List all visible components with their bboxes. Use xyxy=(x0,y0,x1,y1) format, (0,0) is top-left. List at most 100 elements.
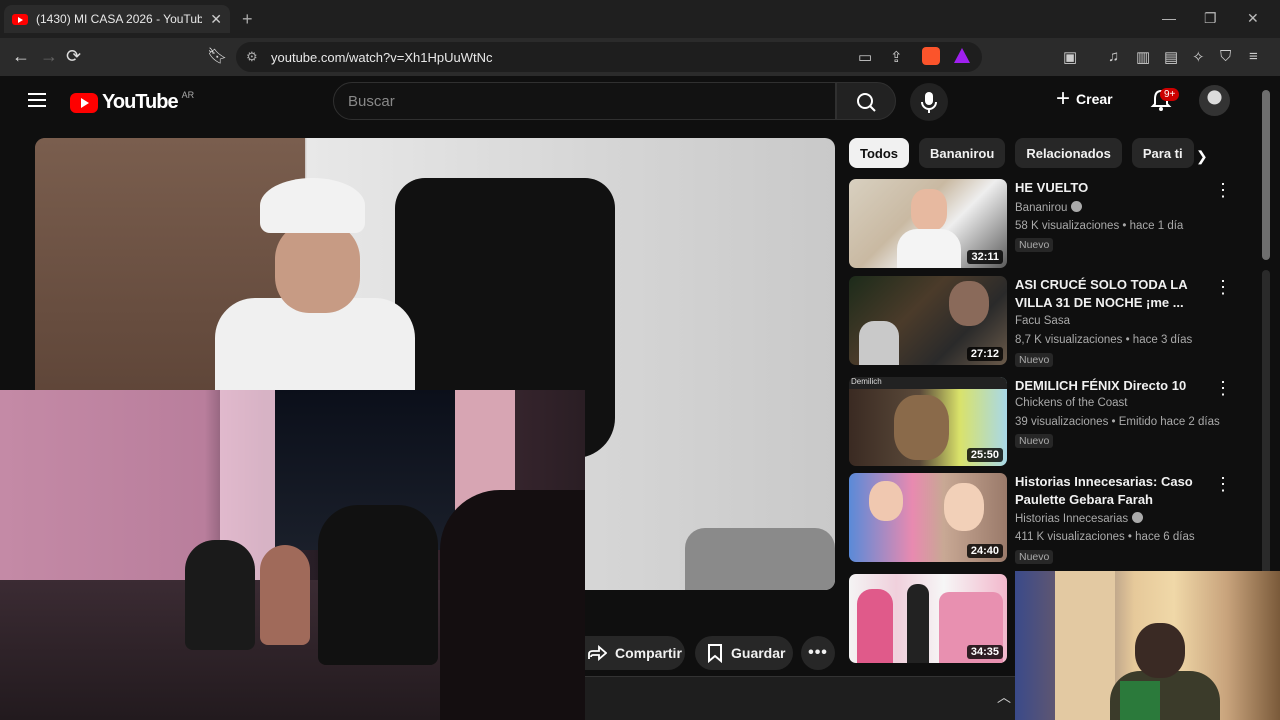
browser-tab[interactable]: (1430) MI CASA 2026 - YouTube ✕ xyxy=(4,5,230,33)
video-duration: 34:35 xyxy=(966,645,1003,659)
stream-overlay-camera xyxy=(0,390,585,720)
more-dots-icon: ••• xyxy=(808,644,828,661)
video-thumbnail[interactable]: Demilich 25:50 xyxy=(849,377,1007,466)
search-icon xyxy=(857,93,876,112)
channel-label: Bananirou xyxy=(1015,202,1068,214)
minimize-icon[interactable]: — xyxy=(1162,10,1176,26)
chat-collapse-bar: ︿ xyxy=(585,676,1015,720)
share-button[interactable]: Compartir xyxy=(585,636,685,670)
avatar[interactable] xyxy=(1199,85,1230,116)
restore-icon[interactable]: ❐ xyxy=(1204,10,1217,27)
video-title[interactable]: HE VUELTO xyxy=(1015,179,1205,197)
forward-arrow-icon[interactable]: → xyxy=(40,46,58,67)
share-arrow-icon xyxy=(588,645,607,661)
list-item[interactable]: Demilich 25:50 DEMILICH FÉNIX Directo 10… xyxy=(849,377,1241,467)
back-arrow-icon[interactable]: ← xyxy=(12,46,30,67)
channel-name[interactable]: Chickens of the Coast xyxy=(1015,397,1128,409)
thumbnail-shirt xyxy=(897,229,961,268)
youtube-wordmark: YouTube xyxy=(102,91,179,113)
chip-bananirou[interactable]: Bananirou xyxy=(919,138,1006,168)
new-badge: Nuevo xyxy=(1015,550,1054,564)
plus-icon: + xyxy=(1056,85,1071,112)
thumbnail-face xyxy=(869,481,903,521)
chip-relacionados[interactable]: Relacionados xyxy=(1015,138,1122,168)
more-options-icon[interactable] xyxy=(1214,379,1224,397)
menu-icon[interactable]: ≡ xyxy=(1249,48,1258,65)
youtube-logo[interactable]: YouTube AR xyxy=(70,90,194,114)
browser-toolbar: ← → ⟳ 🔖︎ ⚙︎ youtube.com/watch?v=Xh1HpUuW… xyxy=(0,38,1280,76)
cast-icon[interactable]: ▭ xyxy=(858,48,872,66)
overlay-person xyxy=(185,540,255,650)
thumbnail-face xyxy=(911,189,947,231)
facecam-head xyxy=(1135,623,1185,678)
list-item[interactable]: 32:11 HE VUELTO Bananirou 58 K visualiza… xyxy=(849,179,1241,269)
verified-icon xyxy=(1132,512,1144,523)
filter-chips: Todos Bananirou Relacionados Para ti xyxy=(849,138,1194,170)
video-thumbnail[interactable]: 27:12 xyxy=(849,276,1007,365)
brave-rewards-icon[interactable] xyxy=(954,48,970,63)
video-title-line: ASI CRUCÉ SOLO TODA LA xyxy=(1015,277,1188,292)
video-title-line: VILLA 31 DE NOCHE ¡me ... xyxy=(1015,295,1184,310)
channel-name[interactable]: Facu Sasa xyxy=(1015,315,1070,327)
vpn-shield-icon[interactable]: ⛉ xyxy=(1220,48,1231,65)
save-label: Guardar xyxy=(731,645,786,661)
search-button[interactable] xyxy=(836,82,896,120)
more-actions-button[interactable]: ••• xyxy=(801,636,835,670)
share-page-icon[interactable]: ⇪ xyxy=(890,48,903,66)
chevron-up-icon[interactable]: ︿ xyxy=(997,687,1011,707)
microphone-icon xyxy=(921,92,937,113)
save-button[interactable]: Guardar xyxy=(695,636,793,670)
more-options-icon[interactable] xyxy=(1214,475,1224,493)
create-button[interactable]: + Crear xyxy=(1056,85,1113,112)
video-title-line: HE VUELTO xyxy=(1015,180,1089,195)
browser-tab-bar: (1430) MI CASA 2026 - YouTube ✕ + — ❐ ✕ xyxy=(0,0,1280,38)
overlay-person xyxy=(318,505,438,665)
thumbnail-person xyxy=(857,589,893,663)
reader-icon[interactable]: ▣ xyxy=(1063,48,1077,66)
channel-name[interactable]: Bananirou xyxy=(1015,201,1083,214)
wallet-icon[interactable]: ▤ xyxy=(1164,48,1178,66)
overlay-person xyxy=(440,490,585,720)
verified-icon xyxy=(1071,201,1083,212)
brave-shields-icon[interactable] xyxy=(922,47,940,65)
guide-menu-icon[interactable] xyxy=(28,93,46,107)
video-thumbnail[interactable]: 34:35 xyxy=(849,574,1007,663)
site-settings-icon[interactable]: ⚙︎ xyxy=(246,49,258,65)
youtube-header: YouTube AR + Crear 9+ xyxy=(0,76,1258,128)
voice-search-button[interactable] xyxy=(910,83,948,121)
sidebar-icon[interactable]: ▥ xyxy=(1136,48,1150,66)
list-item[interactable]: 24:40 Historias Innecesarias: Caso Paulet… xyxy=(849,473,1241,564)
video-thumbnail[interactable]: 24:40 xyxy=(849,473,1007,562)
scrollbar-thumb[interactable] xyxy=(1262,90,1270,260)
tab-close-icon[interactable]: ✕ xyxy=(210,11,222,28)
video-title-line: Paulette Gebara Farah xyxy=(1015,492,1153,507)
video-thumbnail[interactable]: 32:11 xyxy=(849,179,1007,268)
chip-para-ti[interactable]: Para ti xyxy=(1131,138,1194,168)
search-input[interactable] xyxy=(334,83,835,120)
new-tab-button[interactable]: + xyxy=(242,9,253,30)
video-title[interactable]: DEMILICH FÉNIX Directo 10 xyxy=(1015,377,1205,395)
search-box xyxy=(333,82,836,120)
reload-icon[interactable]: ⟳ xyxy=(66,46,81,67)
window-close-icon[interactable]: ✕ xyxy=(1247,10,1259,27)
video-duration: 27:12 xyxy=(966,347,1003,361)
more-options-icon[interactable] xyxy=(1214,181,1224,199)
bookmark-icon[interactable]: 🔖︎ xyxy=(207,46,227,66)
video-title[interactable]: Historias Innecesarias: Caso Paulette Geb… xyxy=(1015,473,1205,509)
thumbnail-label: Demilich xyxy=(851,377,882,386)
video-duration: 32:11 xyxy=(967,250,1003,264)
chip-todos[interactable]: Todos xyxy=(849,138,910,168)
chevron-right-icon[interactable]: ❯ xyxy=(1196,148,1208,165)
video-meta: 8,7 K visualizaciones • hace 3 días xyxy=(1015,334,1193,346)
overlay-person xyxy=(260,545,310,645)
video-meta: 39 visualizaciones • Emitido hace 2 días xyxy=(1015,416,1220,428)
new-badge: Nuevo xyxy=(1015,434,1054,448)
list-item[interactable]: 27:12 ASI CRUCÉ SOLO TODA LA VILLA 31 DE … xyxy=(849,276,1241,367)
channel-name[interactable]: Historias Innecesarias xyxy=(1015,512,1144,525)
media-icon[interactable]: ♫ xyxy=(1108,48,1119,65)
video-title[interactable]: ASI CRUCÉ SOLO TODA LA VILLA 31 DE NOCHE … xyxy=(1015,276,1205,312)
leo-ai-icon[interactable]: ✧ xyxy=(1192,48,1205,66)
notifications-badge: 9+ xyxy=(1160,88,1180,101)
more-options-icon[interactable] xyxy=(1214,278,1224,296)
video-meta: 58 K visualizaciones • hace 1 día xyxy=(1015,220,1184,232)
